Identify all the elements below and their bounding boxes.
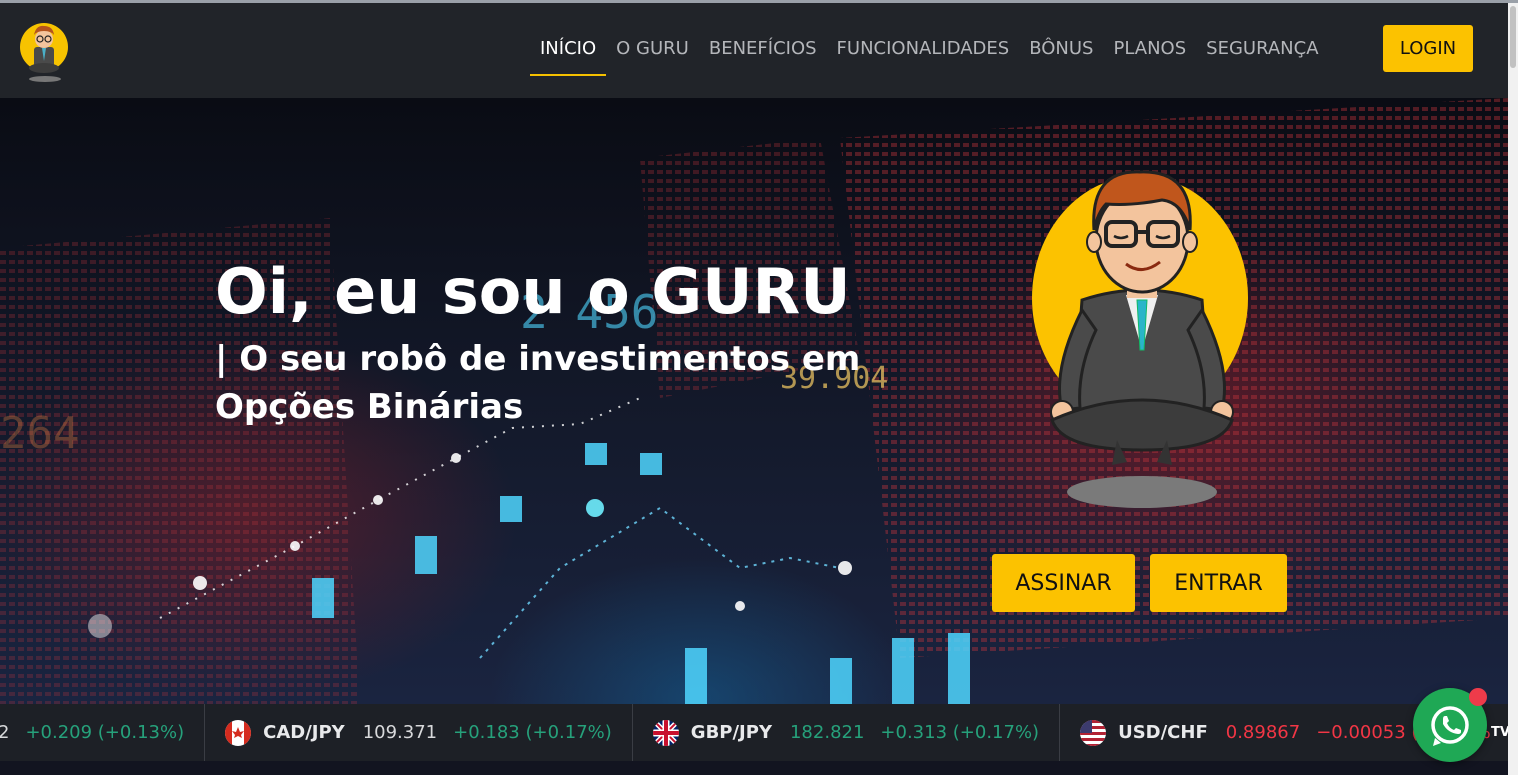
entrar-button[interactable]: ENTRAR <box>1150 554 1287 612</box>
next-section-strip <box>0 761 1508 775</box>
ticker-item-cadjpy[interactable]: CAD/JPY 109.371 +0.183 (+0.17%) <box>204 704 632 761</box>
scrollbar-thumb[interactable] <box>1510 6 1516 68</box>
uk-flag-icon <box>652 719 679 746</box>
ticker-price: 0.89867 <box>1225 722 1301 743</box>
nav-item-o-guru[interactable]: O GURU <box>606 33 699 64</box>
ticker-symbol: GBP/JPY <box>690 722 772 743</box>
ticker-symbol: CAD/JPY <box>263 722 345 743</box>
nav-item-seguranca[interactable]: SEGURANÇA <box>1196 33 1328 64</box>
main-nav: INÍCIO O GURU BENEFÍCIOS FUNCIONALIDADES… <box>530 33 1329 76</box>
ticker-track: 2 +0.209 (+0.13%) CAD/JPY 109.371 +0.183… <box>0 704 1508 761</box>
usa-flag-icon <box>1080 719 1107 746</box>
nav-item-planos[interactable]: PLANOS <box>1103 33 1196 64</box>
ticker-partial-text: 2 <box>0 722 10 743</box>
ticker-item[interactable]: 2 +0.209 (+0.13%) <box>0 704 204 761</box>
ticker-price: 109.371 <box>362 722 438 743</box>
hero-subtitle: | O seu robô de investimentos em Opções … <box>215 339 861 427</box>
login-button[interactable]: LOGIN <box>1383 25 1473 72</box>
hero-section: 2 456 39.904 264 Oi, eu sou o GURU | O s… <box>0 98 1508 704</box>
ticker-symbol: USD/CHF <box>1118 722 1208 743</box>
navbar: INÍCIO O GURU BENEFÍCIOS FUNCIONALIDADES… <box>0 3 1508 98</box>
forex-ticker-tape[interactable]: 2 +0.209 (+0.13%) CAD/JPY 109.371 +0.183… <box>0 704 1508 761</box>
svg-text:TV: TV <box>1491 725 1508 740</box>
ticker-price: 182.821 <box>789 722 865 743</box>
ticker-change: +0.313 (+0.17%) <box>880 722 1040 743</box>
tradingview-logo[interactable]: TV <box>1490 716 1510 746</box>
ticker-change: +0.183 (+0.17%) <box>453 722 612 743</box>
hero-title: Oi, eu sou o GURU <box>215 255 851 328</box>
ticker-item-gbpjpy[interactable]: GBP/JPY 182.821 +0.313 (+0.17%) <box>631 704 1059 761</box>
guru-logo[interactable] <box>16 17 74 87</box>
nav-item-bonus[interactable]: BÔNUS <box>1019 33 1103 64</box>
canada-flag-icon <box>225 719 252 746</box>
nav-item-funcionalidades[interactable]: FUNCIONALIDADES <box>827 33 1020 64</box>
guru-mascot-image <box>1022 150 1262 514</box>
svg-text:264: 264 <box>0 408 79 459</box>
assinar-button[interactable]: ASSINAR <box>992 554 1135 612</box>
notification-dot <box>1469 688 1487 706</box>
nav-item-beneficios[interactable]: BENEFÍCIOS <box>699 33 827 64</box>
ticker-change: +0.209 (+0.13%) <box>25 722 185 743</box>
nav-item-inicio[interactable]: INÍCIO <box>530 33 607 76</box>
page-scrollbar[interactable] <box>1508 3 1518 775</box>
